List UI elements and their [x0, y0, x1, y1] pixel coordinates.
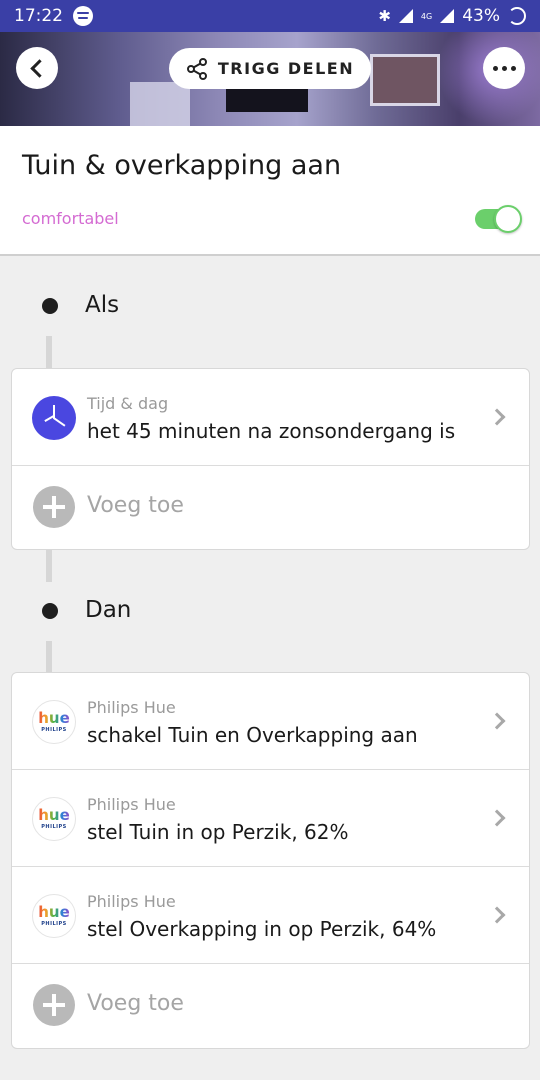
trigg-title: Tuin & overkapping aan	[22, 150, 342, 181]
share-label: TRIGG DELEN	[217, 59, 355, 78]
hero-shelf	[130, 82, 190, 126]
hero-tv	[226, 86, 308, 112]
action-source: Philips Hue	[87, 698, 176, 717]
action-row[interactable]: hue PHILIPS Philips Hue stel Overkapping…	[12, 867, 529, 964]
philips-hue-icon: hue PHILIPS	[32, 700, 76, 744]
if-section-label: Als	[85, 292, 120, 318]
share-icon	[186, 57, 207, 80]
hue-logo-brand: PHILIPS	[41, 727, 67, 733]
then-card: hue PHILIPS Philips Hue schakel Tuin en …	[11, 672, 530, 1049]
battery-percent: 43%	[462, 6, 500, 26]
philips-hue-icon: hue PHILIPS	[32, 797, 76, 841]
add-trigger-button[interactable]: Voeg toe	[12, 466, 529, 549]
if-section-dot	[42, 298, 58, 314]
philips-hue-icon: hue PHILIPS	[32, 894, 76, 938]
cell-signal-icon	[440, 9, 455, 23]
more-dot	[510, 65, 516, 71]
more-dot	[501, 65, 507, 71]
chevron-right-icon	[488, 809, 506, 827]
bluetooth-icon: ✱	[378, 7, 391, 25]
clock-hand	[52, 417, 66, 427]
add-action-button[interactable]: Voeg toe	[12, 964, 529, 1048]
timeline-connector	[46, 550, 52, 582]
hue-logo-word: hue	[38, 903, 70, 921]
more-dots-icon	[492, 65, 498, 71]
status-time: 17:22	[14, 6, 63, 26]
action-text: stel Tuin in op Perzik, 62%	[87, 820, 349, 844]
battery-icon	[508, 7, 526, 25]
chevron-left-icon	[30, 58, 49, 78]
hero-glow	[420, 32, 540, 126]
back-button[interactable]	[16, 47, 58, 89]
hue-logo-brand: PHILIPS	[41, 921, 67, 927]
toggle-knob	[494, 205, 522, 233]
timeline-connector	[46, 336, 52, 368]
trigg-tag[interactable]: comfortabel	[22, 209, 119, 228]
trigger-row[interactable]: Tijd & dag het 45 minuten na zonsonderga…	[12, 369, 529, 466]
trigg-header: Tuin & overkapping aan comfortabel	[0, 126, 540, 256]
action-row[interactable]: hue PHILIPS Philips Hue schakel Tuin en …	[12, 673, 529, 770]
status-bar: 17:22 ✱ 4G 43%	[0, 0, 540, 32]
hue-logo-word: hue	[38, 709, 70, 727]
if-card: Tijd & dag het 45 minuten na zonsonderga…	[11, 368, 530, 550]
trigger-source: Tijd & dag	[87, 394, 169, 413]
plus-icon	[33, 984, 75, 1026]
wifi-signal-icon	[398, 9, 413, 23]
spotify-icon	[73, 6, 93, 26]
hue-logo-brand: PHILIPS	[41, 824, 67, 830]
action-row[interactable]: hue PHILIPS Philips Hue stel Tuin in op …	[12, 770, 529, 867]
share-button[interactable]: TRIGG DELEN	[169, 48, 371, 89]
timeline-connector	[46, 641, 52, 672]
chevron-right-icon	[488, 906, 506, 924]
hue-logo-word: hue	[38, 806, 70, 824]
chevron-right-icon	[488, 712, 506, 730]
action-text: schakel Tuin en Overkapping aan	[87, 723, 418, 747]
add-action-label: Voeg toe	[87, 991, 184, 1016]
action-source: Philips Hue	[87, 892, 176, 911]
action-text: stel Overkapping in op Perzik, 64%	[87, 917, 437, 941]
network-type: 4G	[420, 11, 433, 21]
status-icons: ✱ 4G 43%	[378, 6, 526, 26]
plus-icon	[33, 486, 75, 528]
trigger-text: het 45 minuten na zonsondergang is	[87, 419, 456, 443]
then-section-dot	[42, 603, 58, 619]
add-trigger-label: Voeg toe	[87, 493, 184, 518]
enabled-toggle[interactable]	[475, 205, 522, 233]
more-options-button[interactable]	[483, 47, 525, 89]
chevron-right-icon	[488, 408, 506, 426]
clock-icon	[32, 396, 76, 440]
action-source: Philips Hue	[87, 795, 176, 814]
then-section-label: Dan	[85, 597, 132, 623]
